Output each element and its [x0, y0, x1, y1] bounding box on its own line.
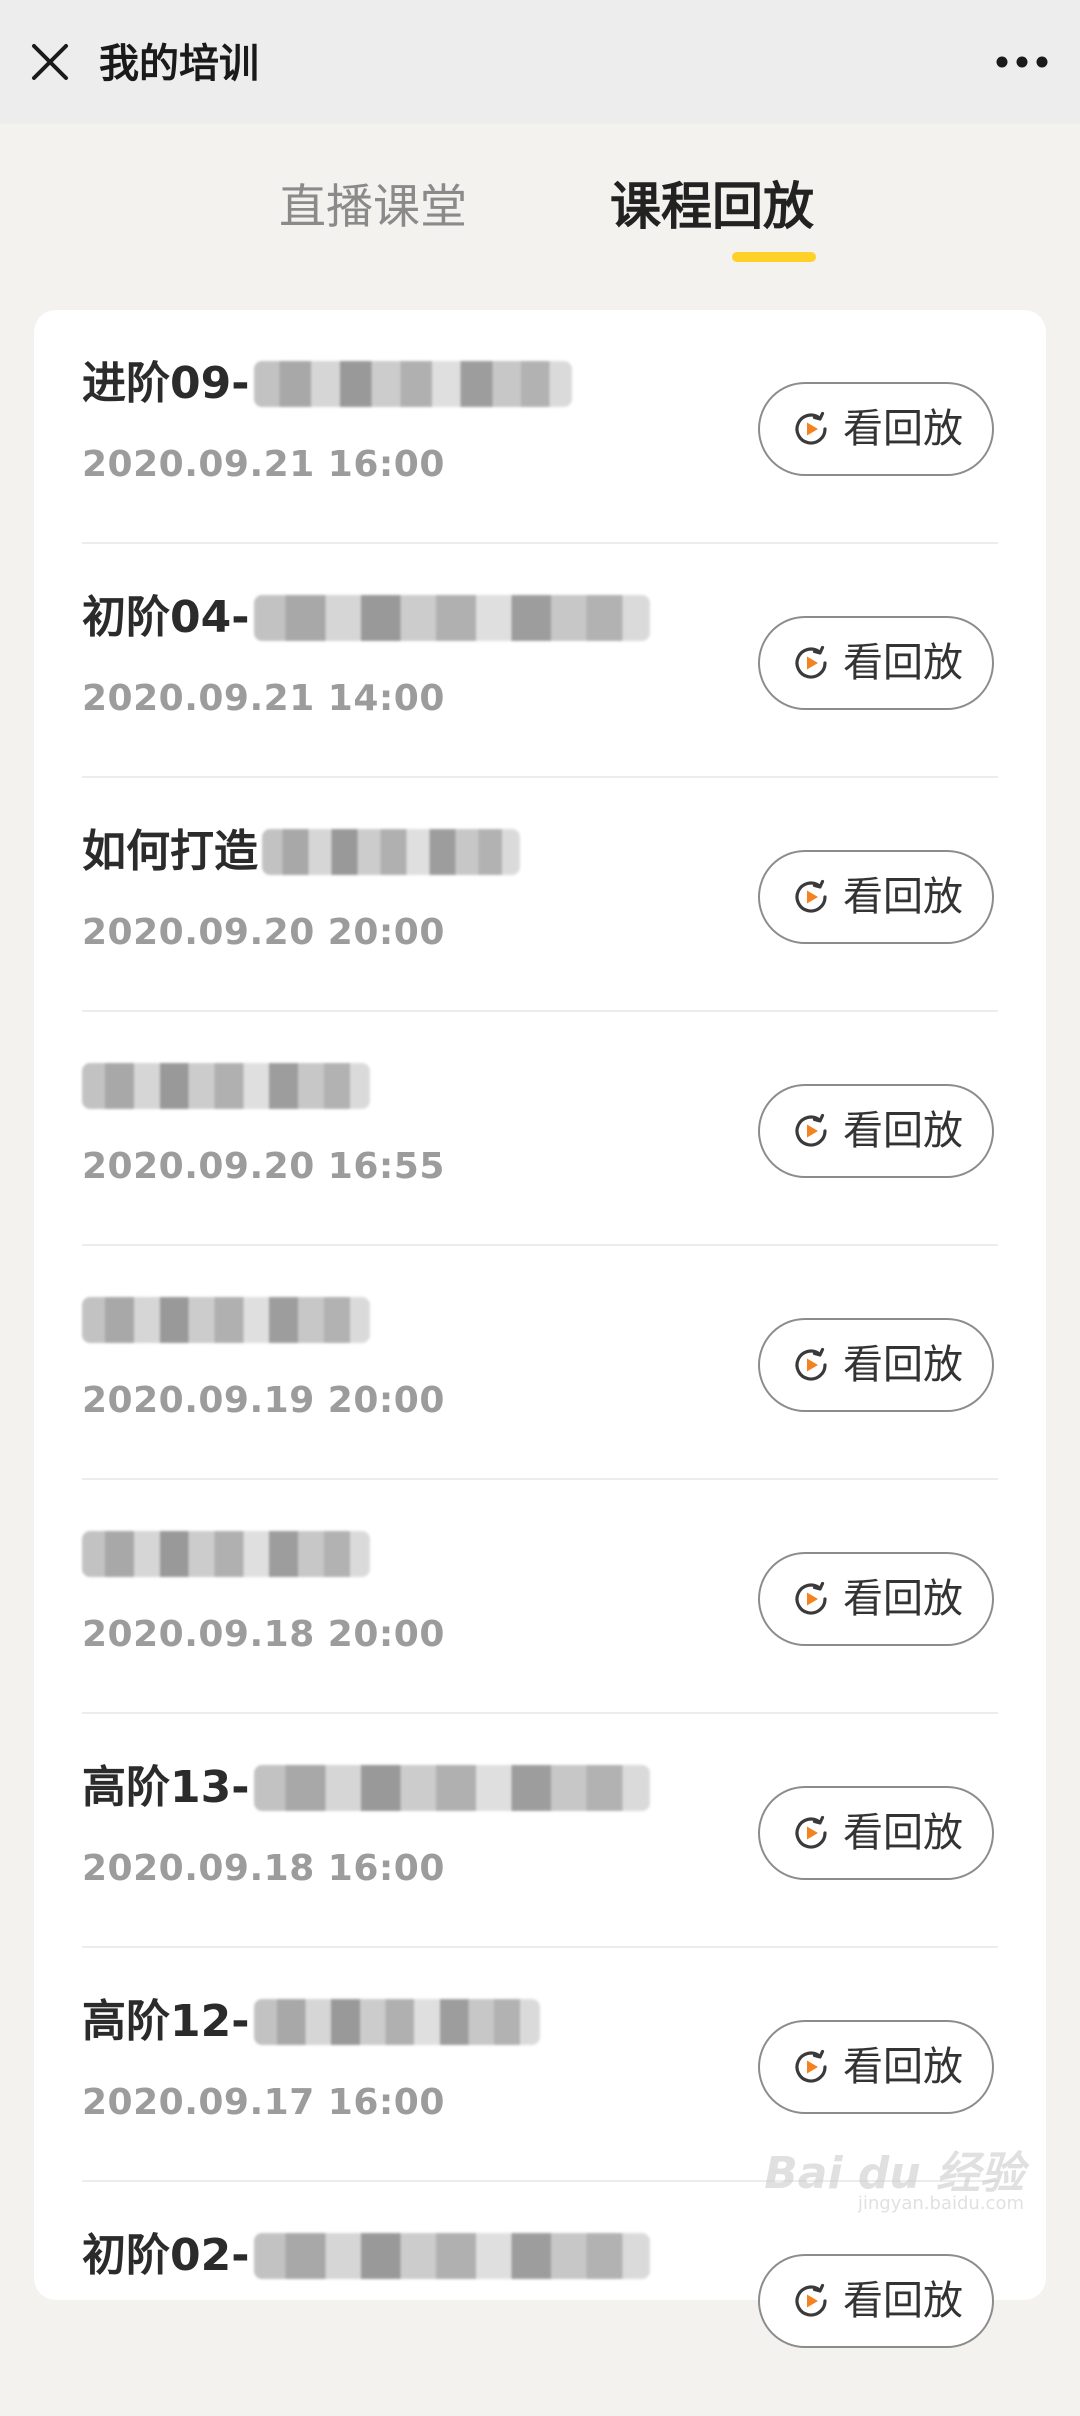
baidu-jingyan-watermark: Bai du 经验 jingyan.baidu.com — [764, 2137, 1024, 2217]
replay-play-icon — [795, 1815, 827, 1849]
item-title-area: 高阶12- — [82, 1992, 540, 2052]
list-item[interactable]: 2020.09.18 20:00 看回放 — [82, 1480, 998, 1714]
watch-replay-label: 看回放 — [843, 1576, 963, 1622]
watch-replay-label: 看回放 — [843, 1342, 963, 1388]
replay-list-card: 进阶09- 2020.09.21 16:00 看回放 初阶04- 2020.09… — [34, 310, 1046, 2348]
item-title-area: 进阶09- — [82, 354, 572, 414]
blurred-title-mosaic — [82, 1297, 370, 1343]
blurred-title-mosaic — [82, 1531, 370, 1577]
item-title-area: 高阶13- — [82, 1758, 650, 1818]
close-button[interactable] — [26, 38, 74, 86]
item-date: 2020.09.20 16:55 — [82, 1146, 445, 1187]
item-title: 高阶12- — [82, 1996, 250, 2047]
close-icon — [32, 44, 68, 80]
replay-play-icon — [795, 1581, 827, 1615]
replay-play-icon — [795, 411, 827, 445]
list-item[interactable]: 初阶02- 看回放 — [82, 2182, 998, 2416]
watch-replay-button[interactable]: 看回放 — [758, 850, 994, 944]
list-item[interactable]: 初阶04- 2020.09.21 14:00 看回放 — [82, 544, 998, 778]
list-item[interactable]: 如何打造 2020.09.20 20:00 看回放 — [82, 778, 998, 1012]
watch-replay-label: 看回放 — [843, 2044, 963, 2090]
item-title-area — [82, 1290, 370, 1350]
tab-course-replay[interactable]: 课程回放 — [610, 178, 814, 238]
more-icon — [996, 56, 1048, 68]
item-date: 2020.09.18 16:00 — [82, 1848, 445, 1889]
item-title: 高阶13- — [82, 1762, 250, 1813]
watch-replay-label: 看回放 — [843, 2278, 963, 2324]
item-date: 2020.09.17 16:00 — [82, 2082, 445, 2123]
item-title-area — [82, 1524, 370, 1584]
item-title: 如何打造 — [82, 826, 258, 877]
replay-play-icon — [795, 645, 827, 679]
blurred-title-mosaic — [253, 1999, 540, 2045]
blurred-title-mosaic — [262, 829, 520, 875]
replay-play-icon — [795, 1113, 827, 1147]
watch-replay-button[interactable]: 看回放 — [758, 616, 994, 710]
item-title: 初阶02- — [82, 2230, 250, 2281]
page-title: 我的培训 — [99, 41, 259, 87]
watch-replay-button[interactable]: 看回放 — [758, 1084, 994, 1178]
item-date: 2020.09.21 16:00 — [82, 444, 445, 485]
blurred-title-mosaic — [253, 2233, 650, 2279]
watch-replay-button[interactable]: 看回放 — [758, 1318, 994, 1412]
blurred-title-mosaic — [253, 1765, 650, 1811]
blurred-title-mosaic — [82, 1063, 370, 1109]
replay-play-icon — [795, 1347, 827, 1381]
blurred-title-mosaic — [253, 595, 650, 641]
replay-play-icon — [795, 2283, 827, 2317]
item-date: 2020.09.20 20:00 — [82, 912, 445, 953]
watch-replay-button[interactable]: 看回放 — [758, 2020, 994, 2114]
tab-bar: 直播课堂 课程回放 — [0, 124, 1080, 274]
top-bar: 我的培训 — [0, 0, 1080, 124]
active-tab-indicator — [732, 252, 816, 262]
list-item[interactable]: 高阶13- 2020.09.18 16:00 看回放 — [82, 1714, 998, 1948]
more-button[interactable] — [994, 50, 1050, 74]
item-date: 2020.09.18 20:00 — [82, 1614, 445, 1655]
watch-replay-label: 看回放 — [843, 874, 963, 920]
watermark-main-text: Bai du 经验 — [764, 2148, 1024, 2199]
tab-live-class[interactable]: 直播课堂 — [279, 178, 467, 238]
replay-play-icon — [795, 2049, 827, 2083]
watch-replay-label: 看回放 — [843, 640, 963, 686]
watermark-sub-text: jingyan.baidu.com — [857, 2193, 1024, 2214]
watch-replay-label: 看回放 — [843, 406, 963, 452]
item-title-area: 初阶04- — [82, 588, 650, 648]
watch-replay-button[interactable]: 看回放 — [758, 1552, 994, 1646]
item-date: 2020.09.21 14:00 — [82, 678, 445, 719]
watch-replay-button[interactable]: 看回放 — [758, 1786, 994, 1880]
watch-replay-label: 看回放 — [843, 1810, 963, 1856]
watch-replay-label: 看回放 — [843, 1108, 963, 1154]
watch-replay-button[interactable]: 看回放 — [758, 2254, 994, 2348]
item-title: 进阶09- — [82, 358, 250, 409]
item-title-area: 初阶02- — [82, 2226, 650, 2286]
item-title: 初阶04- — [82, 592, 250, 643]
list-item[interactable]: 2020.09.20 16:55 看回放 — [82, 1012, 998, 1246]
watch-replay-button[interactable]: 看回放 — [758, 382, 994, 476]
item-title-area: 如何打造 — [82, 822, 520, 882]
blurred-title-mosaic — [253, 361, 572, 407]
item-date: 2020.09.19 20:00 — [82, 1380, 445, 1421]
list-item[interactable]: 2020.09.19 20:00 看回放 — [82, 1246, 998, 1480]
replay-play-icon — [795, 879, 827, 913]
item-title-area — [82, 1056, 370, 1116]
list-item[interactable]: 进阶09- 2020.09.21 16:00 看回放 — [82, 310, 998, 544]
